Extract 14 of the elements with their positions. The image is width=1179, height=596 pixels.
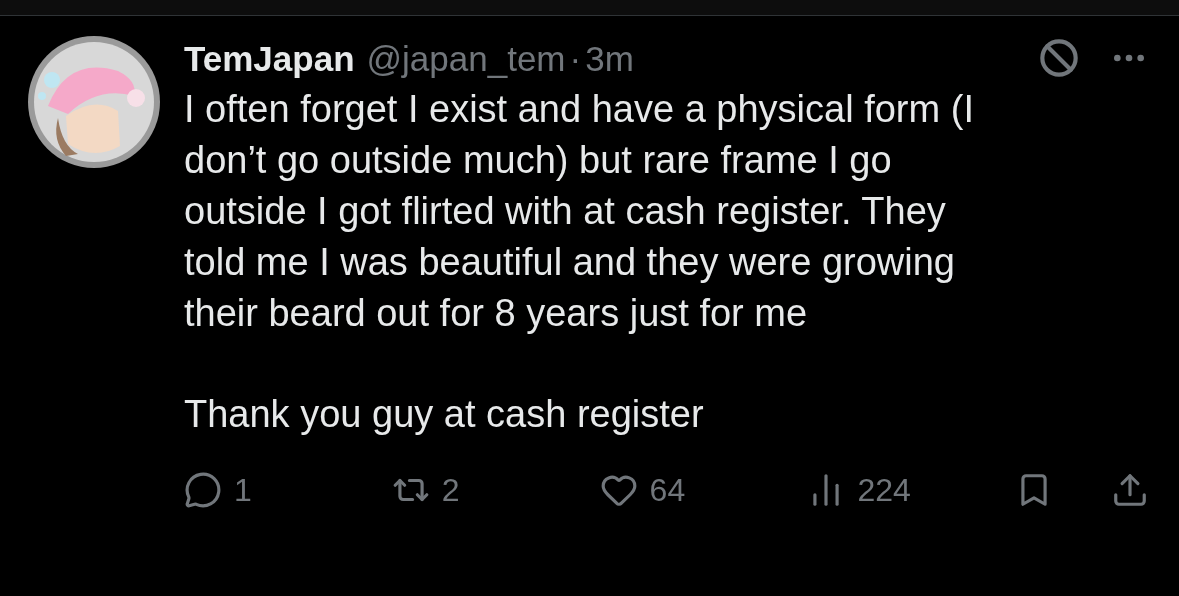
- views-button[interactable]: 224: [807, 466, 958, 514]
- tweet-text: I often forget I exist and have a physical form (I don’t go outside much) but rare frame I go outside I got flirted with at cash register. They told me I was beautiful and they were growing their beard out for 8 years just for me: [184, 87, 975, 336]
- repost-button[interactable]: 2: [391, 466, 542, 514]
- share-icon: [1111, 471, 1149, 509]
- tweet-text: Thank you guy at cash register: [184, 392, 705, 437]
- slashed-circle-icon[interactable]: [1039, 38, 1079, 78]
- speech-bubble-icon: [184, 471, 222, 509]
- user-handle[interactable]: @japan_tem: [366, 40, 566, 76]
- like-button[interactable]: 64: [599, 466, 750, 514]
- display-name[interactable]: TemJapan: [184, 40, 355, 76]
- separator: ·: [569, 40, 582, 76]
- reply-button[interactable]: 1: [184, 466, 334, 514]
- share-button[interactable]: [1111, 471, 1149, 509]
- timestamp[interactable]: 3m: [585, 40, 634, 76]
